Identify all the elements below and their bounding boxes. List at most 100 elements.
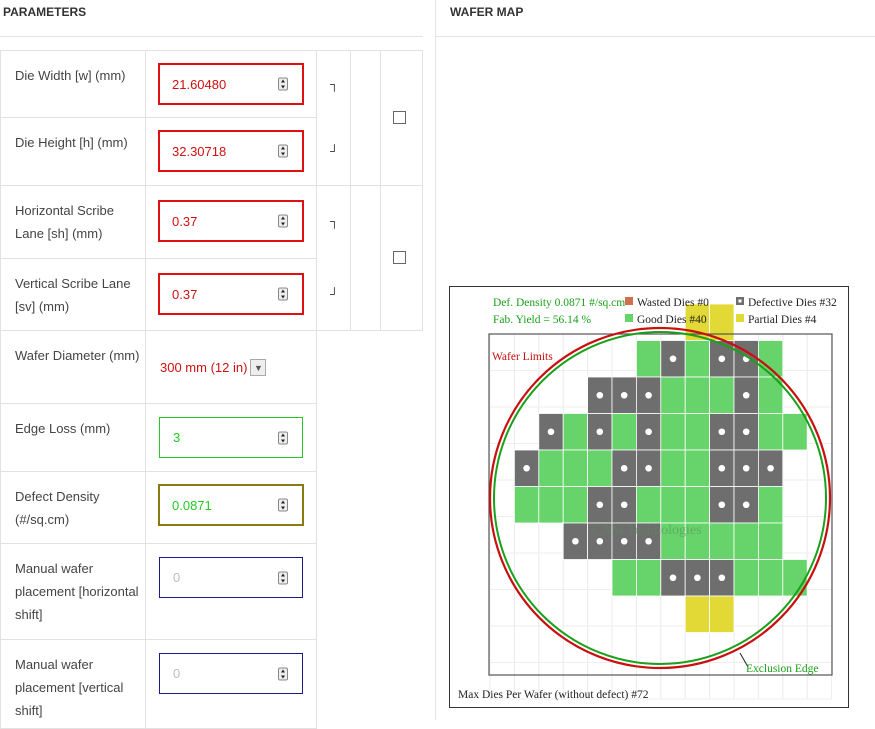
def-density-text: Def. Density 0.0871 #/sq.cm xyxy=(493,297,625,309)
defect-dot xyxy=(547,428,555,436)
grid-cell xyxy=(489,370,515,408)
defective-swatch-dot xyxy=(738,299,742,303)
legend-wasted: Wasted Dies #0 xyxy=(637,297,709,309)
chevron-down-icon[interactable]: ▼ xyxy=(250,359,267,376)
defect-dot xyxy=(669,574,677,582)
fab-yield-text: Fab. Yield = 56.14 % xyxy=(493,314,591,326)
die-width-label: Die Width [w] (mm) xyxy=(15,68,126,83)
spacer-cell xyxy=(350,50,381,186)
manual-horizontal-label: Manual wafer placement [horizontal shift… xyxy=(15,561,139,622)
defect-dot xyxy=(742,391,750,399)
good-die xyxy=(611,559,637,597)
grid-cell xyxy=(538,625,564,663)
grid-cell xyxy=(513,625,540,663)
legend-good: Good Dies #40 xyxy=(637,314,707,326)
edge-loss-input[interactable]: 3 xyxy=(159,417,303,458)
link-bracket-top-icon: ┐ xyxy=(330,214,339,228)
grid-cell xyxy=(587,589,613,627)
link-bracket-bottom-icon: ┘ xyxy=(330,287,339,301)
die-width-spinner[interactable] xyxy=(278,77,288,91)
good-die xyxy=(757,340,784,378)
die-height-input[interactable]: 32.30718 xyxy=(158,130,304,172)
defect-dot xyxy=(572,537,579,545)
defect-dot xyxy=(596,428,604,436)
wafer-map-canvas: Def. Density 0.0871 #/sq.cm Fab. Yield =… xyxy=(458,297,837,701)
manual-horizontal-placeholder: 0 xyxy=(173,570,181,585)
defect-density-input[interactable]: 0.0871 xyxy=(158,484,304,526)
good-die xyxy=(538,486,564,524)
defect-dot xyxy=(620,501,628,509)
defect-dot xyxy=(694,574,701,582)
defect-dot xyxy=(620,537,628,545)
grid-cell xyxy=(684,662,711,700)
grid-cell xyxy=(782,516,808,554)
spacer-cell xyxy=(350,185,381,331)
link-scribe-checkbox[interactable] xyxy=(393,251,406,264)
vertical-scribe-input[interactable]: 0.37 xyxy=(158,273,304,315)
die-height-label: Die Height [h] (mm) xyxy=(15,135,128,150)
good-die xyxy=(660,376,686,414)
grid-cell xyxy=(782,333,808,371)
wafer-diameter-select[interactable]: 300 mm (12 in) ▼ xyxy=(160,358,267,377)
good-die xyxy=(660,449,686,487)
horizontal-scribe-input[interactable]: 0.37 xyxy=(158,200,304,242)
grid-cell xyxy=(562,370,589,408)
good-die xyxy=(757,413,784,451)
good-die xyxy=(562,486,588,524)
partial-die xyxy=(684,595,710,633)
wafer-diameter-label: Wafer Diameter (mm) xyxy=(15,348,140,363)
good-die xyxy=(684,449,710,487)
partial-die xyxy=(709,595,735,633)
grid-cell xyxy=(806,589,833,627)
good-die xyxy=(757,486,784,524)
defect-dot xyxy=(718,428,726,436)
defect-dot xyxy=(742,428,750,436)
defect-dot xyxy=(596,537,604,545)
good-die xyxy=(611,413,637,451)
grid-cell xyxy=(806,333,833,371)
defect-dot xyxy=(620,464,628,472)
defect-dot xyxy=(596,391,604,399)
grid-cell xyxy=(611,333,637,371)
defect-dot xyxy=(523,464,530,472)
bracket-cell xyxy=(316,50,351,186)
edge-loss-spinner[interactable] xyxy=(278,431,288,444)
die-height-value: 32.30718 xyxy=(172,143,227,159)
defect-dot xyxy=(742,464,750,472)
defect-density-spinner[interactable] xyxy=(278,498,288,512)
good-die xyxy=(757,559,784,597)
good-die xyxy=(709,376,735,414)
good-die xyxy=(562,449,588,487)
grid-cell xyxy=(489,589,515,627)
good-die xyxy=(757,522,784,560)
grid-cell xyxy=(782,625,808,663)
wafer-map-heading: WAFER MAP xyxy=(450,5,524,19)
vertical-scribe-label: Vertical Scribe Lane [sv] (mm) xyxy=(15,276,131,314)
horizontal-scribe-label: Horizontal Scribe Lane [sh] (mm) xyxy=(15,203,114,241)
good-die xyxy=(782,413,808,451)
good-die xyxy=(514,486,540,524)
defect-dot xyxy=(669,355,677,363)
manual-vertical-placeholder: 0 xyxy=(173,666,181,681)
horizontal-scribe-value: 0.37 xyxy=(172,213,198,229)
manual-horizontal-input[interactable]: 0 xyxy=(159,557,303,598)
wafer-diameter-value: 300 mm (12 in) xyxy=(160,360,248,375)
good-die xyxy=(660,486,686,524)
good-die xyxy=(733,559,759,597)
horizontal-scribe-spinner[interactable] xyxy=(278,214,288,228)
die-width-input[interactable]: 21.60480 xyxy=(158,63,304,105)
defect-dot xyxy=(620,391,628,399)
link-die-size-checkbox[interactable] xyxy=(393,111,406,124)
manual-vertical-spinner[interactable] xyxy=(278,667,288,680)
parameters-heading: PARAMETERS xyxy=(3,5,87,19)
defect-density-label: Defect Density (#/sq.cm) xyxy=(15,489,100,527)
vertical-scribe-spinner[interactable] xyxy=(278,287,288,301)
manual-horizontal-spinner[interactable] xyxy=(278,571,288,584)
defect-dot xyxy=(742,501,750,509)
grid-cell xyxy=(635,625,662,663)
defect-dot xyxy=(718,574,726,582)
link-bracket-bottom-icon: ┘ xyxy=(330,144,339,158)
label-cell xyxy=(0,330,146,404)
die-height-spinner[interactable] xyxy=(278,144,288,158)
manual-vertical-input[interactable]: 0 xyxy=(159,653,303,694)
